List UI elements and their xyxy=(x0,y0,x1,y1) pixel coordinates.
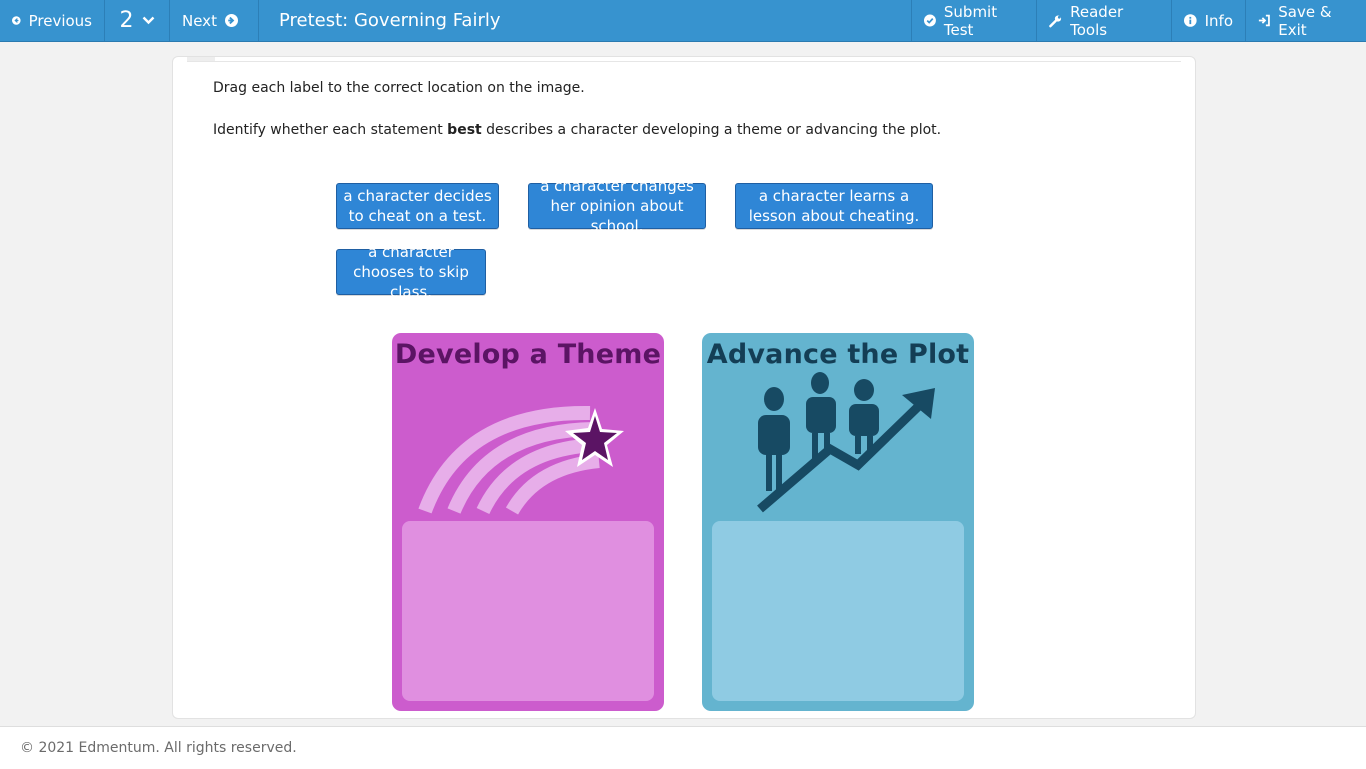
reader-tools-button[interactable]: Reader Tools xyxy=(1036,0,1171,41)
save-exit-label: Save & Exit xyxy=(1278,2,1332,39)
prompt-text: Identify whether each statement best des… xyxy=(213,122,941,138)
test-title: Pretest: Governing Fairly xyxy=(279,10,501,31)
people-arrow-icon xyxy=(757,372,935,513)
submit-test-label: Submit Test xyxy=(943,2,998,39)
plot-drop-zone[interactable] xyxy=(712,521,964,701)
previous-label: Previous xyxy=(28,11,92,30)
theme-panel-title: Develop a Theme xyxy=(394,339,662,370)
reader-tools-label: Reader Tools xyxy=(1070,2,1124,39)
prompt-before: Identify whether each statement xyxy=(213,122,448,138)
prompt-bold: best xyxy=(447,122,482,138)
draggable-label[interactable]: a character decides to cheat on a test. xyxy=(336,183,499,229)
sign-in-icon xyxy=(1258,14,1270,27)
prompt-after: describes a character developing a theme… xyxy=(481,122,942,138)
instruction-text: Drag each label to the correct location … xyxy=(213,80,585,96)
info-label: Info xyxy=(1204,11,1233,30)
draggable-label[interactable]: a character changes her opinion about sc… xyxy=(528,177,706,235)
topbar-actions: Submit Test Reader Tools Info Save & Exi… xyxy=(911,0,1366,41)
top-navigation-bar: Previous 2 Next Pretest: Governing Fairl… xyxy=(0,0,1366,42)
wrench-icon xyxy=(1049,14,1062,27)
theme-drop-zone[interactable] xyxy=(402,521,654,701)
question-card: Drag each label to the correct location … xyxy=(172,56,1196,719)
info-circle-icon xyxy=(1184,14,1197,27)
chevron-down-icon xyxy=(142,16,154,25)
plot-panel-title: Advance the Plot xyxy=(706,339,970,370)
divider xyxy=(187,61,1181,62)
question-number: 2 xyxy=(119,8,134,33)
theme-target-panel: Develop a Theme xyxy=(392,333,664,711)
shooting-star-icon xyxy=(418,405,624,515)
arrow-left-circle-icon xyxy=(12,16,21,25)
info-button[interactable]: Info xyxy=(1171,0,1245,41)
draggable-label[interactable]: a character chooses to skip class. xyxy=(336,243,486,301)
copyright-text: © 2021 Edmentum. All rights reserved. xyxy=(20,740,297,756)
next-label: Next xyxy=(182,11,217,30)
next-button[interactable]: Next xyxy=(170,0,259,41)
previous-button[interactable]: Previous xyxy=(0,0,105,41)
arrow-right-circle-icon xyxy=(224,14,238,27)
plot-target-panel: Advance the Plot xyxy=(702,333,974,711)
save-exit-button[interactable]: Save & Exit xyxy=(1245,0,1366,41)
question-number-dropdown[interactable]: 2 xyxy=(105,0,170,41)
footer: © 2021 Edmentum. All rights reserved. xyxy=(0,726,1366,769)
submit-test-button[interactable]: Submit Test xyxy=(911,0,1036,41)
draggable-label[interactable]: a character learns a lesson about cheati… xyxy=(735,183,933,229)
check-circle-icon xyxy=(924,14,936,27)
